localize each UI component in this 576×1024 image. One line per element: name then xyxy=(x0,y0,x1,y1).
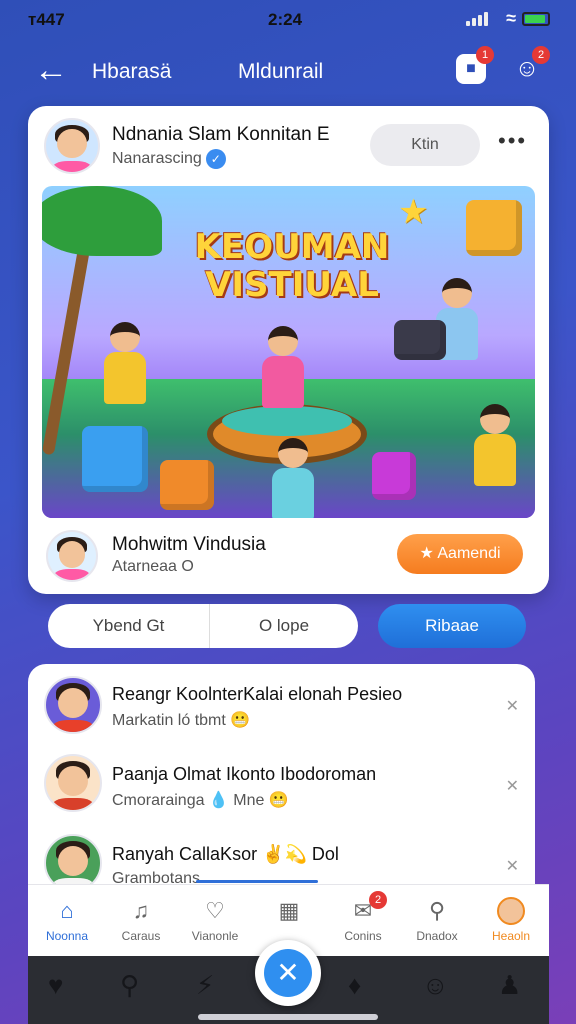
commenter-avatar[interactable] xyxy=(44,676,102,734)
wifi-icon: ≈ xyxy=(506,8,516,28)
dismiss-icon[interactable]: ✕ xyxy=(506,776,519,796)
dismiss-icon[interactable]: ✕ xyxy=(506,856,519,876)
heart-icon[interactable]: ♥ xyxy=(48,970,63,1001)
signal-icon xyxy=(466,12,488,26)
author-name[interactable]: Ndnania Slam Konnitan E xyxy=(112,124,330,146)
laptop xyxy=(394,320,446,360)
notifications-badge: 1 xyxy=(476,46,494,64)
author-handle: Nanarascing xyxy=(112,150,202,168)
footer-subtitle: Atarneaa O xyxy=(112,558,194,575)
scroll-progress xyxy=(196,880,318,883)
search-icon: ⚲ xyxy=(428,898,446,923)
commenter-name: Reangr KoolnterKalai elonah Pesieo xyxy=(112,684,403,704)
award-button[interactable]: ★ Aamendi xyxy=(397,534,523,574)
author-handle-row: Nanarascing ✓ xyxy=(112,149,226,169)
home-icon: ⌂ xyxy=(60,898,74,923)
battery-icon xyxy=(522,12,550,26)
clock: 2:24 xyxy=(268,10,303,29)
list-item[interactable]: Paanja Olmat Ikonto Ibodoroman Cmorarain… xyxy=(28,748,535,828)
bell-icon: ■ xyxy=(466,60,476,77)
comment-text: Cmorarainga 💧 Mne 😬 xyxy=(112,792,289,809)
smile-icon[interactable]: ☺ xyxy=(422,970,449,1001)
tab-profile[interactable]: Heaoln xyxy=(474,885,548,957)
verified-icon: ✓ xyxy=(205,149,226,169)
lightning-icon[interactable]: ⚡ xyxy=(196,970,214,1001)
carrier-label: ᴛ447 xyxy=(28,10,65,29)
tab-messages[interactable]: ✉ 2 Conins xyxy=(326,885,400,957)
more-options-icon[interactable]: ••• xyxy=(498,128,527,154)
game-title-logo: KEOUMAN VISTIUAL xyxy=(194,227,390,305)
profile-badge: 2 xyxy=(532,46,550,64)
gift-box xyxy=(466,200,522,256)
post-image[interactable]: ★ KEOUMAN VISTIUAL xyxy=(42,186,535,518)
puzzle-icon[interactable]: ♦ xyxy=(348,970,361,1001)
tab-label: Caraus xyxy=(121,929,161,943)
author-avatar[interactable] xyxy=(44,118,100,174)
top-nav: ← Hbarasä Mldunrail ■ 1 ☺ 2 xyxy=(0,44,576,100)
chat-icon: ✉ 2 xyxy=(349,891,387,925)
follow-button[interactable]: Ktin xyxy=(370,124,480,166)
footer-avatar[interactable] xyxy=(46,530,98,582)
commenter-name: Paanja Olmat Ikonto Ibodoroman xyxy=(112,764,377,784)
action-row: Ybend Gt O lope Ribaae xyxy=(48,604,526,648)
post-card: Ndnania Slam Konnitan E Nanarascing ✓ Kti… xyxy=(28,106,549,594)
close-icon: ✕ xyxy=(264,949,312,997)
dismiss-icon[interactable]: ✕ xyxy=(506,696,519,716)
footer-name[interactable]: Mohwitm Vindusia xyxy=(112,534,266,556)
tab-home[interactable]: ⌂ Noonna xyxy=(30,885,104,957)
orange-cube xyxy=(160,460,214,510)
tab-alerts[interactable]: ♫ Caraus xyxy=(104,885,178,957)
messages-badge: 2 xyxy=(369,891,387,909)
segment-mid-button[interactable]: O lope xyxy=(210,604,358,648)
person-icon[interactable]: ♟ xyxy=(498,970,521,1001)
tab-search[interactable]: ⚲ Dnadox xyxy=(400,885,474,957)
notifications-button[interactable]: ■ 1 xyxy=(456,46,494,84)
blue-cube xyxy=(82,426,148,492)
profile-button[interactable]: ☺ 2 xyxy=(512,46,550,84)
comments-list: Reangr KoolnterKalai elonah Pesieo Marka… xyxy=(28,664,535,892)
tab-label: Vianonle xyxy=(191,929,239,943)
search-icon[interactable]: ⚲ xyxy=(120,970,139,1001)
share-button[interactable]: Ribaae xyxy=(378,604,526,648)
back-arrow-icon[interactable]: ← xyxy=(34,52,68,88)
status-bar: ᴛ447 2:24 ≈ xyxy=(0,0,576,40)
bell-icon: ♫ xyxy=(132,898,150,923)
segment-left-button[interactable]: Ybend Gt xyxy=(48,604,210,648)
commenter-name: Ranyah CallaKsor ✌️💫 Dol xyxy=(112,844,339,864)
grid-icon: ▦ xyxy=(278,898,300,923)
comment-text: Markatin ló tbmt 😬 xyxy=(112,712,251,729)
purple-gift xyxy=(372,452,416,500)
commenter-avatar[interactable] xyxy=(44,754,102,812)
tab-label: Noonna xyxy=(45,929,89,943)
tab-label: Heaoln xyxy=(491,929,531,943)
star-icon: ★ xyxy=(398,193,429,231)
tab-label: Dnadox xyxy=(416,929,458,943)
list-item[interactable]: Reangr KoolnterKalai elonah Pesieo Marka… xyxy=(28,668,535,748)
avatar xyxy=(497,897,525,925)
heart-icon: ♡ xyxy=(205,898,225,923)
tab-favorites[interactable]: ♡ Vianonle xyxy=(178,885,252,957)
tab-label: Conins xyxy=(344,929,382,943)
close-button[interactable]: ✕ xyxy=(255,940,321,1006)
home-indicator xyxy=(198,1014,378,1020)
nav-title-right[interactable]: Mldunrail xyxy=(238,60,323,84)
nav-title-left[interactable]: Hbarasä xyxy=(92,60,171,84)
